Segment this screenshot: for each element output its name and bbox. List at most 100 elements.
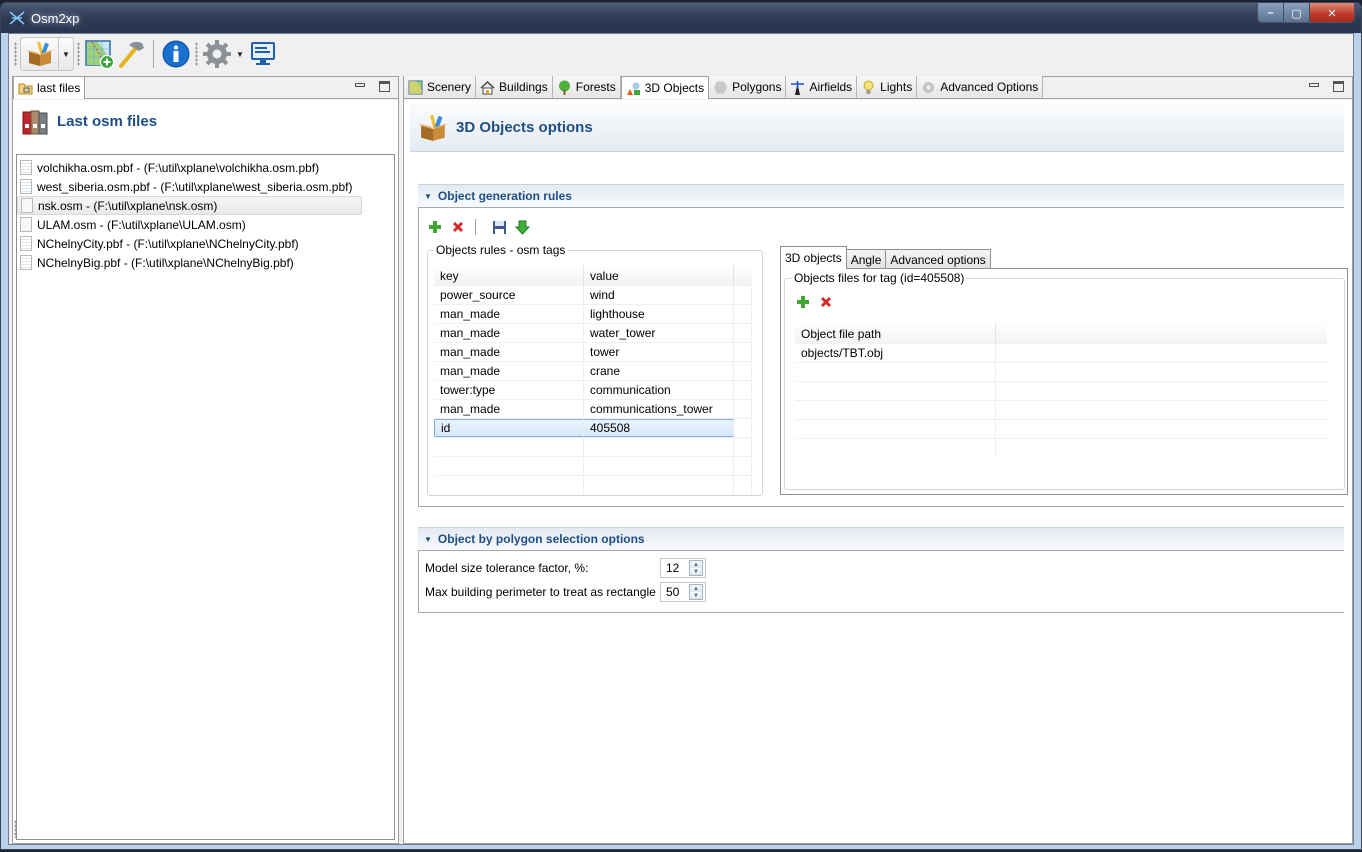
model-size-tolerance-spinner[interactable]: 12 ▲ ▼ (660, 558, 706, 578)
table-row[interactable]: objects/TBT.obj (795, 344, 1327, 363)
cell-value: communications_tower (584, 400, 734, 418)
cell-value: crane (584, 362, 734, 380)
table-row[interactable]: power_source wind (434, 286, 752, 305)
toolbar-grip[interactable] (77, 42, 80, 66)
subtab-advanced-options[interactable]: Advanced options (885, 249, 991, 269)
maximize-button[interactable]: ▢ (1284, 3, 1310, 22)
window-title: Osm2xp (31, 11, 80, 26)
delete-rule-button[interactable] (450, 219, 466, 235)
cell-value: tower (584, 343, 734, 361)
table-row[interactable]: man_made crane (434, 362, 752, 381)
tab-polygons[interactable]: Polygons (709, 76, 787, 98)
table-row[interactable]: man_made water_tower (434, 324, 752, 343)
subtab-angle[interactable]: Angle (845, 249, 887, 269)
list-item[interactable]: volchikha.osm.pbf - (F:\util\xplane\volc… (17, 158, 362, 177)
add-rule-button[interactable] (427, 219, 443, 235)
panel-minimize-button[interactable] (355, 83, 365, 87)
hammer-icon (119, 41, 144, 68)
table-row-selected[interactable]: id 405508 (434, 419, 752, 438)
tab-scenery[interactable]: Scenery (404, 76, 477, 98)
table-row[interactable]: tower:type communication (434, 381, 752, 400)
tab-advanced-options[interactable]: Advanced Options (917, 76, 1044, 98)
table-row[interactable]: man_made tower (434, 343, 752, 362)
max-perimeter-spinner[interactable]: 50 ▲ ▼ (660, 582, 706, 602)
objects-3d-icon (626, 82, 640, 95)
rules-toolbar (419, 208, 1344, 238)
generate-dropdown[interactable]: ▼ (59, 38, 73, 70)
panel-maximize-button[interactable] (1333, 81, 1344, 92)
empty-row (795, 382, 1327, 401)
save-rules-button[interactable] (491, 219, 507, 235)
cell-filler (734, 381, 752, 399)
toolbar-grip[interactable] (14, 42, 17, 66)
column-header-object-file-path[interactable]: Object file path (795, 323, 996, 344)
console-button[interactable] (247, 38, 279, 70)
scenery-icon (408, 80, 423, 94)
last-files-tabbar: last files (13, 76, 398, 99)
tab-last-files[interactable]: last files (13, 76, 86, 99)
spin-down-icon[interactable]: ▼ (690, 592, 702, 599)
polygon-selection-header[interactable]: ▼ Object by polygon selection options (418, 527, 1344, 551)
table-row[interactable]: man_made lighthouse (434, 305, 752, 324)
chevron-down-icon: ▼ (62, 49, 70, 59)
subtab-3d-objects[interactable]: 3D objects (780, 246, 847, 269)
empty-row (795, 363, 1327, 382)
close-button[interactable]: ✕ (1310, 3, 1354, 22)
status-grip[interactable] (14, 820, 17, 838)
delete-object-file-button[interactable] (818, 294, 834, 310)
binders-icon (22, 110, 48, 134)
tab-forests[interactable]: Forests (552, 76, 621, 98)
generation-rules-header[interactable]: ▼ Object generation rules (418, 184, 1344, 208)
spin-up-icon[interactable]: ▲ (690, 585, 702, 592)
column-header-key[interactable]: key (434, 265, 584, 286)
app-window: Osm2xp – ▢ ✕ ▼ ▼ last files Last osm fil… (0, 2, 1362, 850)
tab-buildings[interactable]: Buildings (476, 76, 553, 98)
toolbar-grip[interactable] (195, 42, 198, 66)
options-tabbar: Scenery Buildings Forests 3D Objects Pol… (404, 76, 1352, 99)
max-perimeter-row: Max building perimeter to treat as recta… (419, 580, 1344, 604)
cell-filler (734, 419, 752, 437)
spin-down-icon[interactable]: ▼ (690, 568, 702, 575)
settings-dropdown[interactable]: ▼ (233, 50, 247, 59)
minimize-button[interactable]: – (1258, 3, 1284, 22)
tab-label: Buildings (499, 80, 548, 94)
options-body: 3D Objects options ▼ Object generation r… (404, 100, 1352, 843)
tools-button[interactable] (115, 38, 147, 70)
panel-maximize-button[interactable] (379, 81, 390, 92)
settings-button[interactable] (201, 38, 233, 70)
spin-up-icon[interactable]: ▲ (690, 561, 702, 568)
expand-chevron-icon: ▼ (424, 534, 432, 544)
new-scenery-button[interactable] (83, 38, 115, 70)
list-item[interactable]: ULAM.osm - (F:\util\xplane\ULAM.osm) (17, 215, 362, 234)
spinner-value: 50 (666, 585, 680, 599)
generate-button[interactable] (21, 38, 59, 70)
cell-key: man_made (434, 324, 584, 342)
add-object-file-button[interactable] (795, 294, 811, 310)
spinner-value: 12 (666, 561, 680, 575)
import-rules-button[interactable] (514, 219, 530, 235)
minimize-icon: – (1267, 7, 1274, 19)
monitor-icon (251, 42, 275, 65)
empty-row (434, 438, 752, 457)
tab-lights[interactable]: Lights (857, 76, 918, 98)
tab-airfields[interactable]: Airfields (786, 76, 858, 98)
about-button[interactable] (160, 38, 192, 70)
column-header-value[interactable]: value (584, 265, 734, 286)
save-icon (492, 220, 506, 234)
document-icon (20, 160, 32, 175)
panel-controls (1309, 81, 1344, 92)
toolbar-separator (475, 219, 476, 235)
list-item[interactable]: nsk.osm - (F:\util\xplane\nsk.osm) (17, 196, 362, 215)
list-item[interactable]: NChelnyBig.pbf - (F:\util\xplane\NChelny… (17, 253, 362, 272)
model-size-tolerance-row: Model size tolerance factor, %: 12 ▲ ▼ (419, 556, 1344, 580)
main-toolbar: ▼ ▼ (11, 36, 279, 72)
title-bar[interactable]: Osm2xp – ▢ ✕ (1, 3, 1361, 33)
table-row[interactable]: man_made communications_tower (434, 400, 752, 419)
panel-minimize-button[interactable] (1309, 83, 1319, 87)
list-item[interactable]: west_siberia.osm.pbf - (F:\util\xplane\w… (17, 177, 362, 196)
plus-icon (797, 296, 809, 308)
tab-3d-objects[interactable]: 3D Objects (620, 76, 710, 99)
list-item[interactable]: NChelnyCity.pbf - (F:\util\xplane\NCheln… (17, 234, 362, 253)
form-header: 3D Objects options (410, 104, 1344, 152)
section-title: Object generation rules (437, 189, 572, 203)
